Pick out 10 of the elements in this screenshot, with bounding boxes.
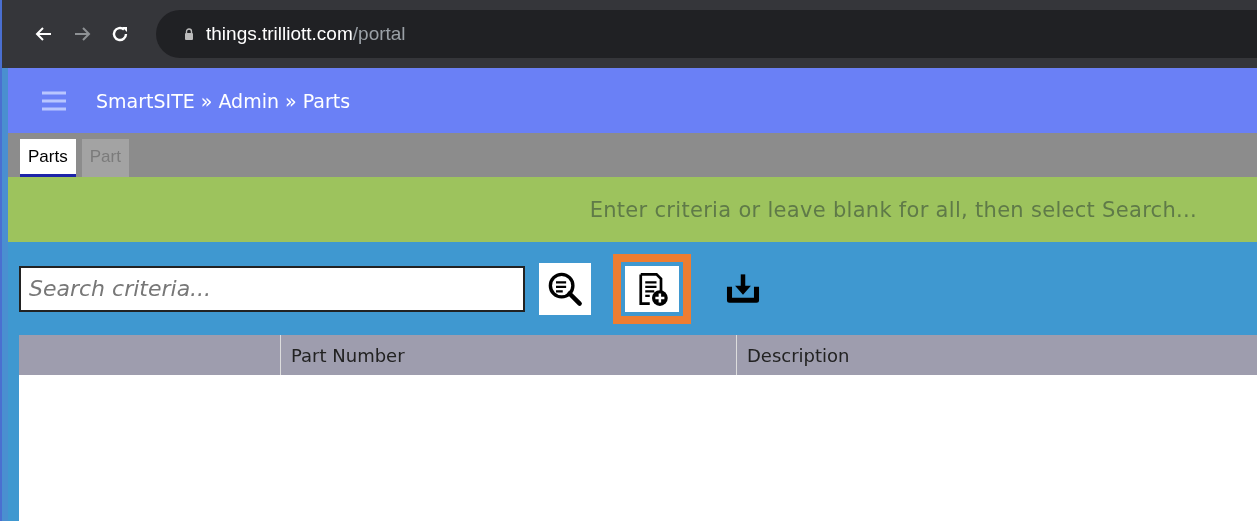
breadcrumb: SmartSITE » Admin » Parts xyxy=(96,89,351,112)
search-icon xyxy=(547,270,583,307)
reload-icon[interactable] xyxy=(110,24,130,44)
address-bar[interactable]: things.trilliott.com/portal xyxy=(156,10,1257,58)
column-header[interactable]: Description xyxy=(737,335,1257,375)
lock-icon xyxy=(184,28,194,40)
tab[interactable]: Parts xyxy=(20,139,76,177)
search-button[interactable] xyxy=(539,262,591,315)
hint-text: Enter criteria or leave blank for all, then select Search... xyxy=(589,197,1197,222)
search-field[interactable]: Search criteria... xyxy=(19,265,525,312)
